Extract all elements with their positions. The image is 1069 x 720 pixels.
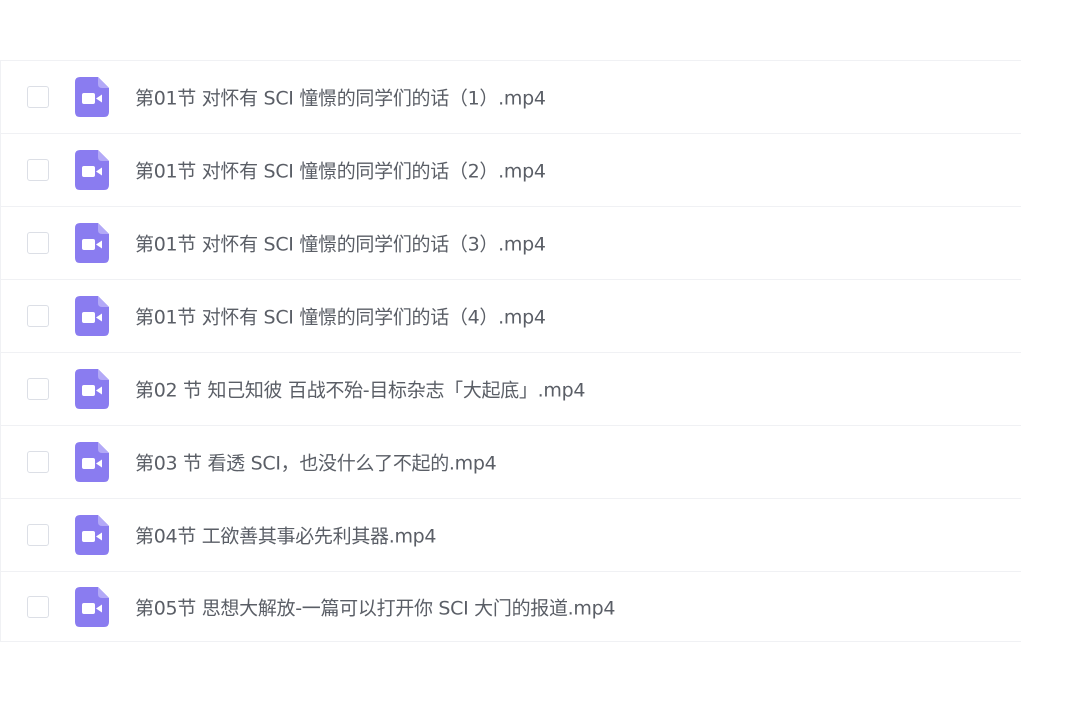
select-checkbox[interactable] bbox=[27, 595, 49, 618]
file-name[interactable]: 第01节 对怀有 SCI 憧憬的同学们的话（4）.mp4 bbox=[135, 303, 546, 330]
select-checkbox[interactable] bbox=[27, 524, 49, 546]
select-checkbox[interactable] bbox=[27, 232, 49, 254]
video-file-icon bbox=[75, 223, 109, 263]
file-name[interactable]: 第01节 对怀有 SCI 憧憬的同学们的话（1）.mp4 bbox=[135, 84, 546, 111]
file-list: 第01节 对怀有 SCI 憧憬的同学们的话（1）.mp4 第01节 对怀有 SC… bbox=[0, 60, 1021, 642]
file-row[interactable]: 第01节 对怀有 SCI 憧憬的同学们的话（2）.mp4 bbox=[1, 134, 1021, 207]
select-checkbox[interactable] bbox=[27, 86, 49, 108]
file-name[interactable]: 第04节 工欲善其事必先利其器.mp4 bbox=[135, 522, 437, 549]
select-checkbox[interactable] bbox=[27, 378, 49, 400]
file-name[interactable]: 第02 节 知己知彼 百战不殆-目标杂志「大起底」.mp4 bbox=[135, 376, 585, 403]
video-file-icon bbox=[75, 586, 109, 627]
file-row[interactable]: 第03 节 看透 SCI，也没什么了不起的.mp4 bbox=[1, 426, 1021, 499]
file-name[interactable]: 第01节 对怀有 SCI 憧憬的同学们的话（2）.mp4 bbox=[135, 157, 546, 184]
select-checkbox[interactable] bbox=[27, 451, 49, 473]
file-row[interactable]: 第02 节 知己知彼 百战不殆-目标杂志「大起底」.mp4 bbox=[1, 353, 1021, 426]
file-row[interactable]: 第04节 工欲善其事必先利其器.mp4 bbox=[1, 499, 1021, 572]
select-checkbox[interactable] bbox=[27, 305, 49, 327]
file-row[interactable]: 第05节 思想大解放-一篇可以打开你 SCI 大门的报道.mp4 bbox=[1, 572, 1021, 642]
select-checkbox[interactable] bbox=[27, 159, 49, 181]
video-file-icon bbox=[75, 77, 109, 117]
video-file-icon bbox=[75, 296, 109, 336]
file-row[interactable]: 第01节 对怀有 SCI 憧憬的同学们的话（4）.mp4 bbox=[1, 280, 1021, 353]
file-name[interactable]: 第05节 思想大解放-一篇可以打开你 SCI 大门的报道.mp4 bbox=[135, 593, 615, 620]
file-name[interactable]: 第03 节 看透 SCI，也没什么了不起的.mp4 bbox=[135, 449, 497, 476]
video-file-icon bbox=[75, 442, 109, 482]
file-row[interactable]: 第01节 对怀有 SCI 憧憬的同学们的话（3）.mp4 bbox=[1, 207, 1021, 280]
file-name[interactable]: 第01节 对怀有 SCI 憧憬的同学们的话（3）.mp4 bbox=[135, 230, 546, 257]
video-file-icon bbox=[75, 150, 109, 190]
video-file-icon bbox=[75, 515, 109, 555]
video-file-icon bbox=[75, 369, 109, 409]
file-row[interactable]: 第01节 对怀有 SCI 憧憬的同学们的话（1）.mp4 bbox=[1, 61, 1021, 134]
